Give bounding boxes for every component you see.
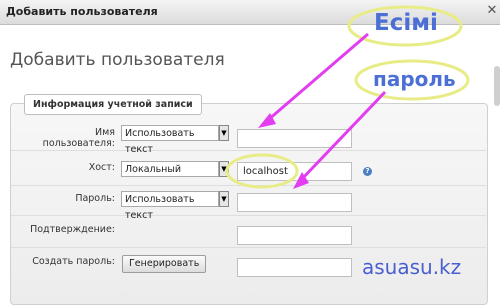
fieldset-legend: Информация учетной записи (24, 94, 202, 115)
window-title: Добавить пользователя (6, 5, 158, 18)
host-type-select[interactable]: Локальный (121, 161, 219, 177)
chevron-down-icon[interactable]: ▼ (219, 191, 229, 207)
password-label: Пароль: (75, 193, 115, 204)
confirm-label: Подтверждение: (30, 224, 115, 235)
chevron-down-icon[interactable]: ▼ (219, 125, 229, 141)
username-input[interactable] (237, 129, 352, 148)
generate-label: Создать пароль: (32, 256, 115, 267)
password-type-select[interactable]: Использовать текст (121, 191, 219, 221)
username-type-select[interactable]: Использовать текст (121, 125, 219, 155)
annotation-username-note: Есімі (374, 10, 438, 36)
annotation-password-note: пароль (373, 67, 456, 91)
help-icon[interactable]: ? (363, 167, 372, 176)
username-label: Имя пользователя: (42, 127, 115, 149)
generated-password-input[interactable] (237, 258, 352, 277)
row-divider (11, 247, 486, 248)
watermark: asuasu.kz (362, 255, 462, 279)
row-divider (11, 150, 486, 151)
password-input[interactable] (237, 193, 352, 212)
close-icon[interactable]: ✕ (485, 4, 499, 18)
confirm-input[interactable] (237, 226, 352, 245)
host-input[interactable]: localhost (237, 162, 352, 181)
host-label: Хост: (88, 162, 115, 173)
row-divider (11, 185, 486, 186)
page-title: Добавить пользователя (10, 50, 225, 70)
chevron-down-icon[interactable]: ▼ (219, 161, 229, 177)
row-divider (11, 215, 486, 216)
scrollbar-thumb[interactable] (494, 66, 500, 106)
generate-button[interactable]: Генерировать (122, 255, 207, 273)
